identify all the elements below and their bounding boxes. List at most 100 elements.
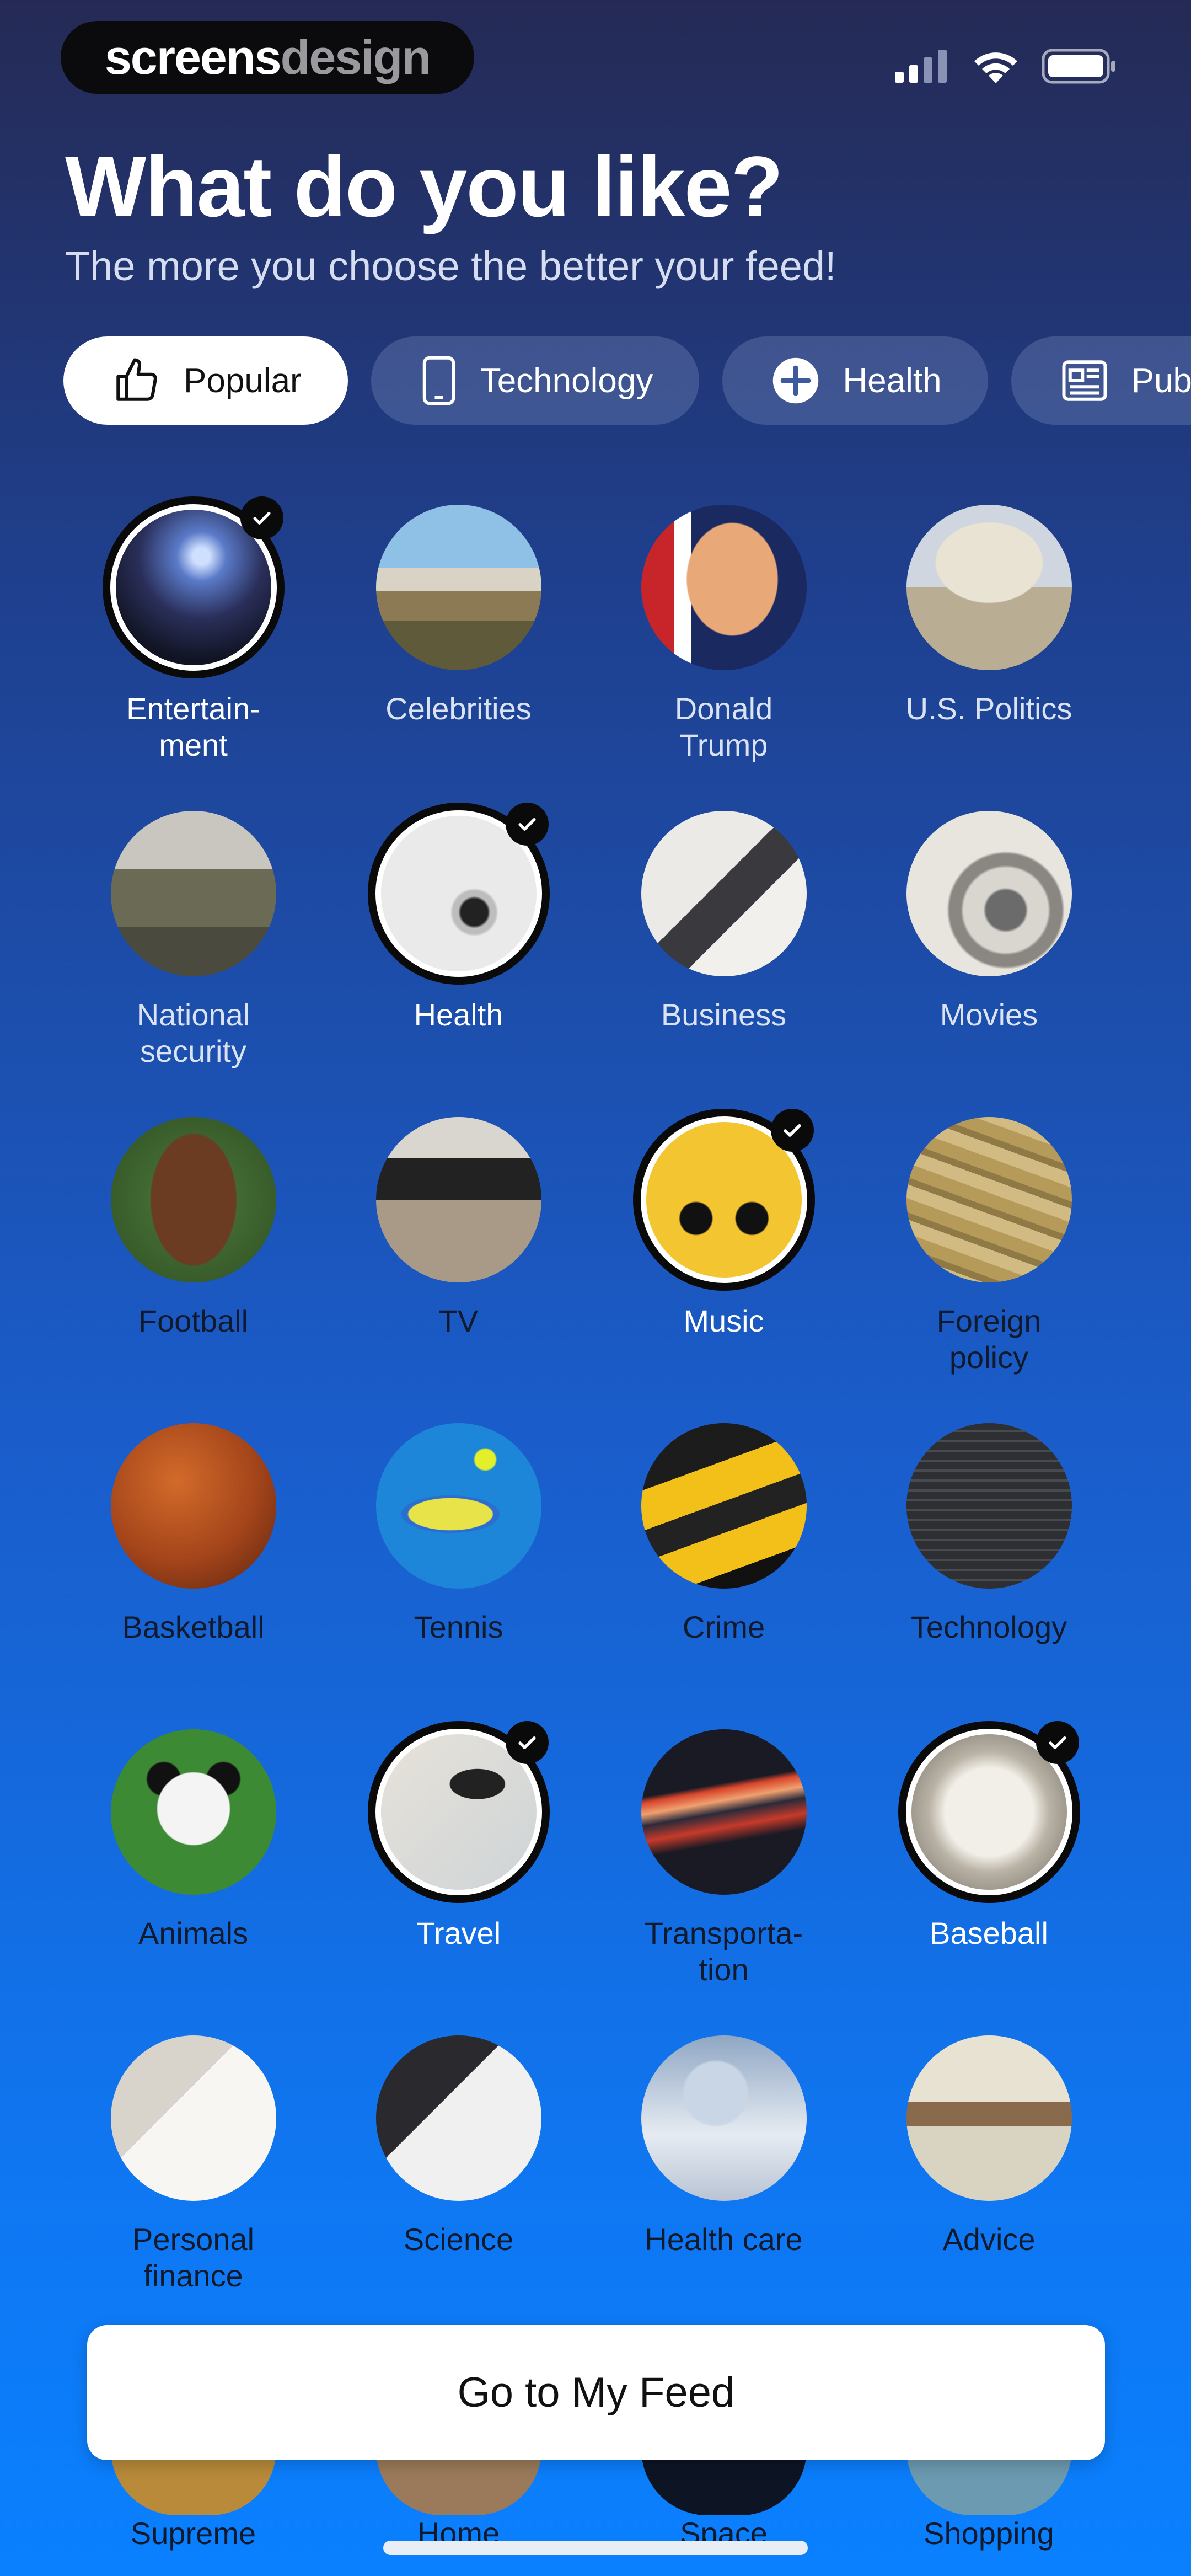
cellular-signal-icon	[895, 50, 947, 83]
topic-crime[interactable]: Crime	[591, 1415, 856, 1721]
topic-tennis[interactable]: Tennis	[326, 1415, 591, 1721]
topic-health-care[interactable]: Health care	[591, 2027, 856, 2333]
topic-label: Entertain- ment	[126, 691, 260, 762]
topic-row: Football TV Music Foreign policy	[61, 1109, 1130, 1415]
topic-label: Advice	[942, 2222, 1036, 2257]
topic-label: Music	[683, 1303, 764, 1338]
topic-image	[906, 1117, 1072, 1282]
topic-row: National security Health Business Movies	[61, 803, 1130, 1109]
battery-icon	[1042, 49, 1115, 84]
topic-row: Entertain- ment Celebrities Donald Trump…	[61, 496, 1130, 803]
topic-label: Supreme	[130, 2516, 256, 2551]
topic-image	[110, 1729, 276, 1895]
topic-shopping[interactable]: Shopping	[856, 2449, 1122, 2551]
topic-image	[906, 811, 1072, 976]
check-icon	[505, 803, 549, 846]
status-bar: screens design	[0, 0, 1191, 110]
chip-health[interactable]: Health	[722, 336, 988, 425]
topic-image	[110, 811, 276, 976]
topic-row: Basketball Tennis Crime Technology	[61, 1415, 1130, 1721]
chip-label: Pub	[1131, 361, 1191, 400]
topic-image	[375, 2035, 541, 2201]
chip-popular[interactable]: Popular	[63, 336, 348, 425]
chip-technology[interactable]: Technology	[371, 336, 700, 425]
topic-label: Celebrities	[385, 691, 532, 726]
topic-image	[641, 505, 807, 670]
topic-transportation[interactable]: Transporta- tion	[591, 1721, 856, 2027]
topic-label: Basketball	[122, 1610, 265, 1644]
topic-label: Science	[403, 2222, 514, 2257]
go-to-feed-button[interactable]: Go to My Feed	[87, 2325, 1105, 2460]
topic-music[interactable]: Music	[591, 1109, 856, 1415]
topic-movies[interactable]: Movies	[856, 803, 1122, 1109]
topic-image	[375, 1117, 541, 1282]
topic-image	[906, 2035, 1072, 2201]
topic-technology[interactable]: Technology	[856, 1415, 1122, 1721]
topic-image	[641, 1423, 807, 1589]
brand-badge: screens design	[61, 21, 474, 94]
topic-label: Donald Trump	[674, 691, 773, 762]
topic-label: Personal finance	[132, 2222, 255, 2293]
topic-row-partial: Supreme Home Space Shopping	[61, 2449, 1130, 2551]
topic-label: Technology	[910, 1610, 1067, 1644]
topic-home[interactable]: Home	[326, 2449, 591, 2551]
topic-label: Transporta- tion	[644, 1916, 803, 1987]
topic-image	[906, 505, 1072, 670]
phone-icon	[422, 356, 455, 405]
check-icon	[1036, 1721, 1079, 1764]
topic-business[interactable]: Business	[591, 803, 856, 1109]
topic-grid: Entertain- ment Celebrities Donald Trump…	[61, 496, 1130, 2333]
topic-image	[641, 2035, 807, 2201]
topic-personal-finance[interactable]: Personal finance	[61, 2027, 326, 2333]
topic-image	[906, 1423, 1072, 1589]
topic-space[interactable]: Space	[591, 2449, 856, 2551]
check-icon	[770, 1109, 814, 1152]
topic-foreign-policy[interactable]: Foreign policy	[856, 1109, 1122, 1415]
topic-label: Business	[661, 997, 787, 1032]
topic-label: Foreign policy	[936, 1303, 1042, 1375]
topic-health[interactable]: Health	[326, 803, 591, 1109]
topic-advice[interactable]: Advice	[856, 2027, 1122, 2333]
topic-label: Movies	[940, 997, 1038, 1032]
topic-donald-trump[interactable]: Donald Trump	[591, 496, 856, 803]
chip-label: Health	[843, 361, 942, 400]
topic-image	[641, 1729, 807, 1895]
topic-supreme[interactable]: Supreme	[61, 2449, 326, 2551]
go-to-feed-label: Go to My Feed	[457, 2369, 735, 2416]
check-icon	[505, 1721, 549, 1764]
topic-baseball[interactable]: Baseball	[856, 1721, 1122, 2027]
home-indicator	[383, 2541, 808, 2555]
wifi-icon	[974, 52, 1017, 83]
topic-label: Tennis	[414, 1610, 503, 1644]
topic-label: Health	[414, 997, 503, 1032]
topic-label: Shopping	[924, 2516, 1054, 2551]
check-icon	[240, 496, 283, 539]
topic-label: National security	[136, 997, 250, 1068]
topic-football[interactable]: Football	[61, 1109, 326, 1415]
chip-label: Technology	[480, 361, 653, 400]
topic-label: Crime	[682, 1610, 765, 1644]
topic-travel[interactable]: Travel	[326, 1721, 591, 2027]
chip-label: Popular	[184, 361, 302, 400]
topic-celebrities[interactable]: Celebrities	[326, 496, 591, 803]
page-title: What do you like?	[65, 139, 784, 235]
topic-basketball[interactable]: Basketball	[61, 1415, 326, 1721]
page-subtitle: The more you choose the better your feed…	[65, 243, 836, 289]
topic-science[interactable]: Science	[326, 2027, 591, 2333]
brand-text-right: design	[280, 30, 432, 84]
topic-image	[110, 1117, 276, 1282]
topic-entertainment[interactable]: Entertain- ment	[61, 496, 326, 803]
status-icons	[895, 49, 1117, 84]
topic-image	[375, 1423, 541, 1589]
topic-label: Animals	[138, 1916, 249, 1950]
topic-animals[interactable]: Animals	[61, 1721, 326, 2027]
topic-label: Football	[138, 1303, 249, 1338]
topic-label: Baseball	[930, 1916, 1048, 1950]
topic-national-security[interactable]: National security	[61, 803, 326, 1109]
topic-label: TV	[438, 1303, 479, 1338]
topic-image	[375, 505, 541, 670]
topic-us-politics[interactable]: U.S. Politics	[856, 496, 1122, 803]
topic-tv[interactable]: TV	[326, 1109, 591, 1415]
topic-image	[110, 2035, 276, 2201]
chip-publications[interactable]: Pub	[1011, 336, 1191, 425]
